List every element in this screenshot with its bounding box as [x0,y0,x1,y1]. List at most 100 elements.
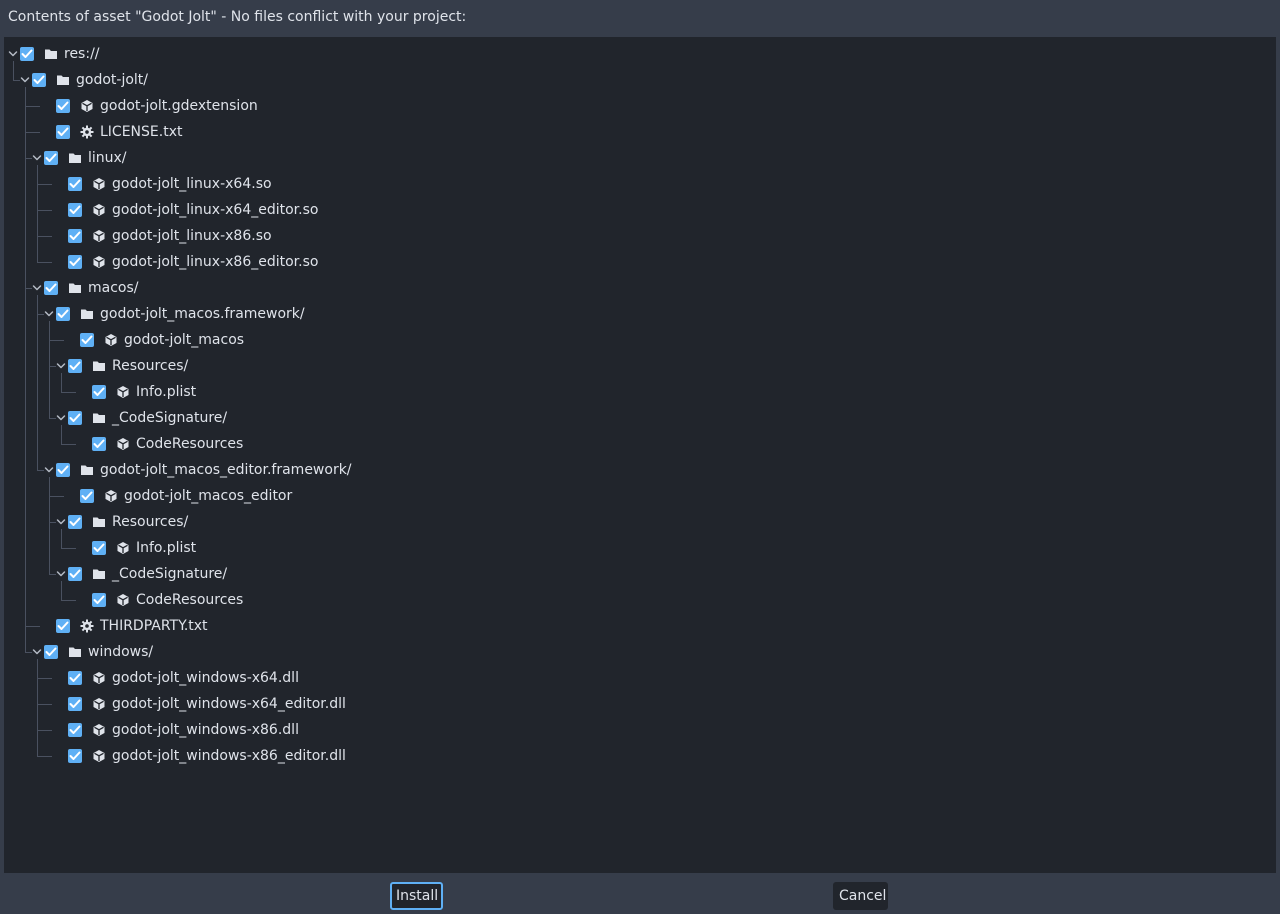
checkbox[interactable] [44,281,58,295]
checkbox[interactable] [68,411,82,425]
chevron-down-icon[interactable] [56,413,66,423]
chevron-down-icon[interactable] [56,517,66,527]
checkbox[interactable] [56,125,70,139]
checkbox[interactable] [92,437,106,451]
tree-file-row[interactable]: godot-jolt.gdextension [4,93,1276,119]
tree-file-row[interactable]: Info.plist [4,535,1276,561]
checkbox[interactable] [56,619,70,633]
cube-icon [104,489,118,503]
folder-icon [68,645,82,659]
checkbox[interactable] [68,359,82,373]
checkbox[interactable] [92,593,106,607]
chevron-down-icon[interactable] [32,647,42,657]
checkbox[interactable] [80,333,94,347]
tree-folder-row[interactable]: godot-jolt/ [4,67,1276,93]
tree-item-label: godot-jolt/ [76,72,148,88]
tree-item-label: _CodeSignature/ [112,566,228,582]
tree-file-row[interactable]: godot-jolt_linux-x64.so [4,171,1276,197]
tree-folder-row[interactable]: _CodeSignature/ [4,405,1276,431]
cube-icon [92,697,106,711]
checkbox[interactable] [44,645,58,659]
tree-folder-row[interactable]: linux/ [4,145,1276,171]
checkbox[interactable] [68,749,82,763]
folder-icon [44,47,58,61]
folder-icon [92,515,106,529]
asset-file-tree[interactable]: res:// godot-jolt/godot-jolt.gdextension L… [4,37,1276,873]
checkbox[interactable] [44,151,58,165]
tree-item-label: Resources/ [112,514,189,530]
cube-icon [80,99,94,113]
tree-item-label: Resources/ [112,358,189,374]
tree-file-row[interactable]: godot-jolt_windows-x64.dll [4,665,1276,691]
tree-item-label: godot-jolt_windows-x64_editor.dll [112,696,346,712]
checkbox[interactable] [68,697,82,711]
tree-file-row[interactable]: CodeResources [4,587,1276,613]
tree-item-label: linux/ [88,150,127,166]
checkbox[interactable] [80,489,94,503]
checkbox[interactable] [56,99,70,113]
checkbox[interactable] [20,47,34,61]
folder-icon [68,151,82,165]
tree-file-row[interactable]: CodeResources [4,431,1276,457]
tree-file-row[interactable]: LICENSE.txt [4,119,1276,145]
chevron-down-icon[interactable] [44,465,54,475]
cube-icon [92,203,106,217]
cancel-button[interactable]: Cancel [833,882,888,910]
checkbox[interactable] [68,671,82,685]
tree-file-row[interactable]: godot-jolt_linux-x86_editor.so [4,249,1276,275]
tree-file-row[interactable]: godot-jolt_windows-x86.dll [4,717,1276,743]
tree-folder-row[interactable]: _CodeSignature/ [4,561,1276,587]
checkbox[interactable] [32,73,46,87]
checkbox[interactable] [68,723,82,737]
folder-icon [92,359,106,373]
tree-item-label: godot-jolt_linux-x64.so [112,176,272,192]
tree-file-row[interactable]: godot-jolt_macos_editor [4,483,1276,509]
cube-icon [92,723,106,737]
tree-item-label: godot-jolt_windows-x86_editor.dll [112,748,346,764]
tree-file-row[interactable]: godot-jolt_windows-x64_editor.dll [4,691,1276,717]
tree-folder-row[interactable]: macos/ [4,275,1276,301]
install-button[interactable]: Install [390,882,443,910]
checkbox[interactable] [56,463,70,477]
chevron-down-icon[interactable] [56,569,66,579]
tree-folder-row[interactable]: Resources/ [4,353,1276,379]
tree-file-row[interactable]: godot-jolt_windows-x86_editor.dll [4,743,1276,769]
checkbox[interactable] [68,203,82,217]
tree-item-label: windows/ [88,644,154,660]
cube-icon [92,255,106,269]
chevron-down-icon[interactable] [32,283,42,293]
checkbox[interactable] [68,567,82,581]
folder-icon [80,307,94,321]
tree-file-row[interactable]: Info.plist [4,379,1276,405]
tree-file-row[interactable]: godot-jolt_macos [4,327,1276,353]
chevron-down-icon[interactable] [20,75,30,85]
checkbox[interactable] [92,385,106,399]
tree-item-label: godot-jolt_windows-x64.dll [112,670,299,686]
chevron-down-icon[interactable] [44,309,54,319]
folder-icon [92,567,106,581]
checkbox[interactable] [56,307,70,321]
checkbox[interactable] [92,541,106,555]
tree-item-label: godot-jolt_linux-x86.so [112,228,272,244]
cube-icon [92,229,106,243]
checkbox[interactable] [68,515,82,529]
tree-file-row[interactable]: godot-jolt_linux-x86.so [4,223,1276,249]
tree-file-row[interactable]: godot-jolt_linux-x64_editor.so [4,197,1276,223]
tree-folder-row[interactable]: godot-jolt_macos_editor.framework/ [4,457,1276,483]
checkbox[interactable] [68,229,82,243]
cube-icon [104,333,118,347]
tree-item-label: res:// [64,46,100,62]
tree-item-label: godot-jolt_linux-x64_editor.so [112,202,319,218]
tree-folder-row[interactable]: Resources/ [4,509,1276,535]
tree-item-label: Info.plist [136,384,197,400]
chevron-down-icon[interactable] [56,361,66,371]
tree-folder-row[interactable]: godot-jolt_macos.framework/ [4,301,1276,327]
chevron-down-icon[interactable] [32,153,42,163]
tree-folder-row[interactable]: res:// [4,41,1276,67]
chevron-down-icon[interactable] [8,49,18,59]
tree-file-row[interactable]: THIRDPARTY.txt [4,613,1276,639]
tree-folder-row[interactable]: windows/ [4,639,1276,665]
checkbox[interactable] [68,177,82,191]
checkbox[interactable] [68,255,82,269]
gear-icon [80,125,94,139]
